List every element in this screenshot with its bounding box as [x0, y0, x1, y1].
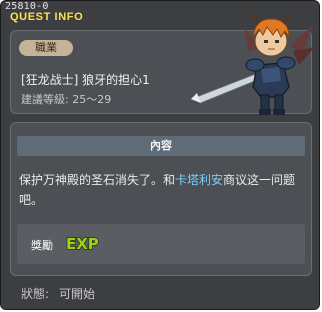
window-title: QUEST INFO — [10, 11, 84, 23]
status-value: 可開始 — [59, 287, 96, 301]
recommended-level-range: 25～29 — [72, 93, 112, 106]
description-text-before: 保护万神殿的圣石消失了。和 — [19, 173, 176, 187]
quest-name: [狂龙战士] 狼牙的担心1 — [21, 73, 150, 87]
quest-description: 保护万神殿的圣石消失了。和卡塔利安商议这一问题吧。 — [19, 170, 305, 210]
status-label: 狀態: — [21, 287, 50, 301]
quest-info-window: 25810-0 QUEST INFO 職業 [狂龙战士] 狼牙的担心1 建議等級… — [0, 0, 320, 310]
quest-content-panel: 內容 保护万神殿的圣石消失了。和卡塔利安商议这一问题吧。 獎勵 EXP — [10, 122, 312, 276]
content-header: 內容 — [17, 136, 305, 156]
exp-icon: EXP — [65, 234, 99, 253]
reward-box: 獎勵 EXP — [17, 224, 305, 264]
job-tag: 職業 — [19, 40, 73, 56]
reward-label: 獎勵 — [31, 239, 53, 252]
recommended-level-label: 建議等級: — [21, 93, 69, 106]
exp-text: EXP — [66, 235, 99, 253]
npc-name-link[interactable]: 卡塔利安 — [175, 173, 223, 187]
recommended-level: 建議等級: 25～29 — [21, 91, 111, 107]
kaiser-character-icon — [189, 9, 315, 115]
